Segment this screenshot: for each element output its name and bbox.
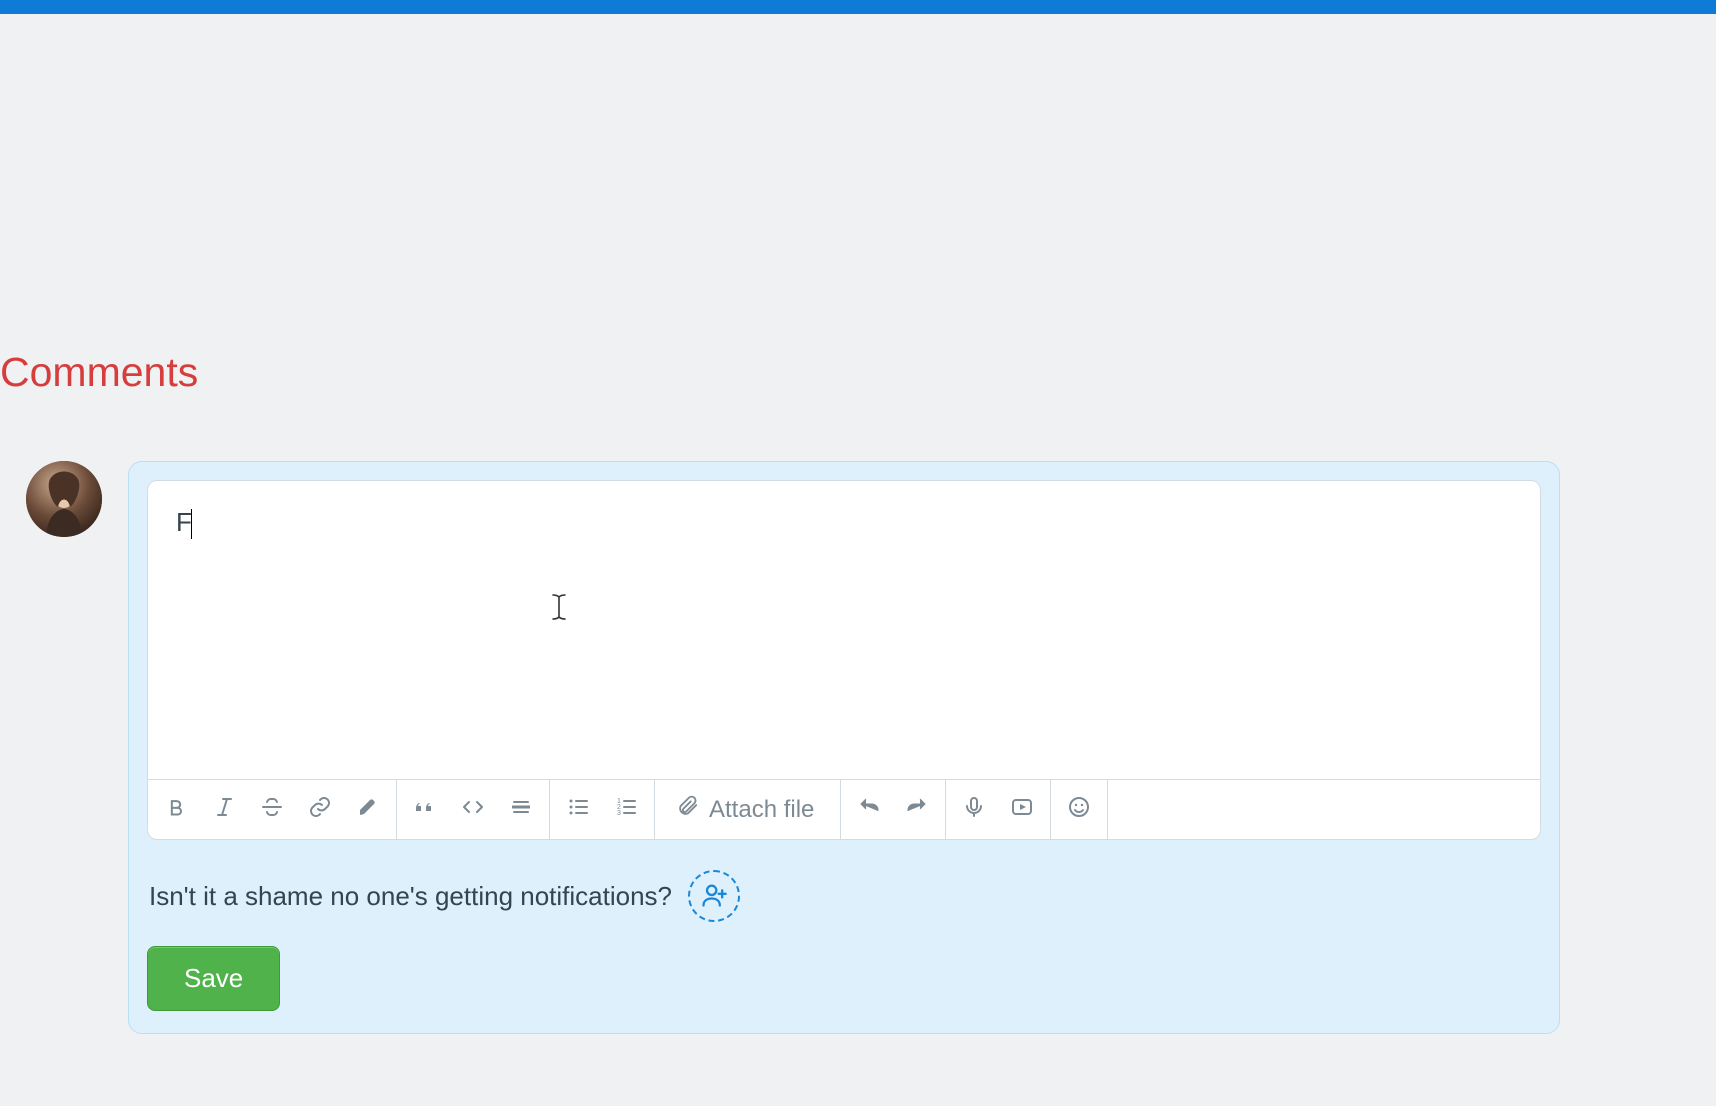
strikethrough-icon xyxy=(260,795,284,825)
numbered-list-icon: 123 xyxy=(614,795,638,825)
bullet-list-icon xyxy=(566,795,590,825)
attach-file-label: Attach file xyxy=(709,796,814,824)
record-audio-button[interactable] xyxy=(950,788,998,832)
quote-icon xyxy=(413,795,437,825)
link-icon xyxy=(308,795,332,825)
section-heading-comments: Comments xyxy=(0,14,1716,393)
undo-icon xyxy=(857,795,881,825)
svg-text:3: 3 xyxy=(617,810,621,817)
video-icon xyxy=(1010,795,1034,825)
emoji-button[interactable] xyxy=(1055,788,1103,832)
comment-composer-row: F xyxy=(0,461,1716,1034)
comment-editor-card: F xyxy=(128,461,1560,1034)
add-notification-recipient-button[interactable] xyxy=(688,870,740,922)
italic-icon xyxy=(212,795,236,825)
hr-button[interactable] xyxy=(497,788,545,832)
blockquote-button[interactable] xyxy=(401,788,449,832)
bold-button[interactable] xyxy=(152,788,200,832)
redo-icon xyxy=(905,795,929,825)
app-header-bar xyxy=(0,0,1716,14)
save-button[interactable]: Save xyxy=(147,946,280,1011)
comment-editor-frame: F xyxy=(147,480,1541,840)
record-video-button[interactable] xyxy=(998,788,1046,832)
emoji-icon xyxy=(1067,795,1091,825)
highlight-button[interactable] xyxy=(344,788,392,832)
numbered-list-button[interactable]: 123 xyxy=(602,788,650,832)
code-icon xyxy=(461,795,485,825)
hr-icon xyxy=(509,795,533,825)
attach-file-button[interactable]: Attach file xyxy=(659,788,836,832)
link-button[interactable] xyxy=(296,788,344,832)
comment-content: F xyxy=(176,507,192,537)
bold-icon xyxy=(166,795,186,825)
text-cursor-icon xyxy=(551,593,567,629)
editor-toolbar: 123 Attach file xyxy=(148,779,1540,839)
highlight-icon xyxy=(356,795,380,825)
redo-button[interactable] xyxy=(893,788,941,832)
notification-empty-text: Isn't it a shame no one's getting notifi… xyxy=(149,881,672,912)
comment-textarea[interactable]: F xyxy=(148,481,1540,779)
notification-row: Isn't it a shame no one's getting notifi… xyxy=(147,870,1541,922)
microphone-icon xyxy=(962,795,986,825)
current-user-avatar[interactable] xyxy=(26,461,102,537)
italic-button[interactable] xyxy=(200,788,248,832)
bullet-list-button[interactable] xyxy=(554,788,602,832)
strikethrough-button[interactable] xyxy=(248,788,296,832)
person-plus-icon xyxy=(700,881,728,912)
undo-button[interactable] xyxy=(845,788,893,832)
paperclip-icon xyxy=(677,795,699,824)
code-button[interactable] xyxy=(449,788,497,832)
